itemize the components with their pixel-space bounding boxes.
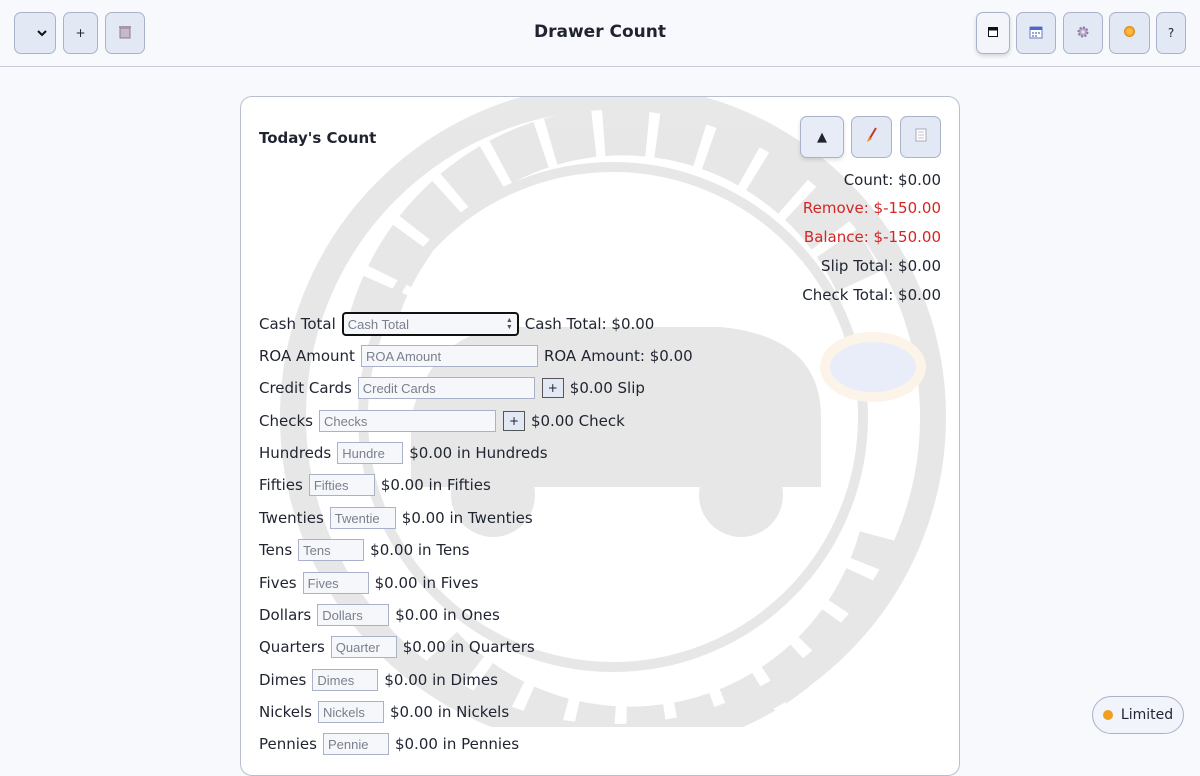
fifties-placeholder: Fifties bbox=[313, 477, 349, 493]
pennies-label: Pennies bbox=[259, 735, 317, 753]
count-total: Count: $0.00 bbox=[843, 171, 941, 189]
quarters-input[interactable]: Quarter bbox=[330, 636, 397, 658]
settings-button[interactable] bbox=[1063, 12, 1103, 54]
add-check-button[interactable]: + bbox=[502, 411, 525, 431]
collapse-button[interactable]: ▲ bbox=[800, 116, 844, 158]
drawer-button[interactable] bbox=[976, 12, 1010, 54]
fives-label: Fives bbox=[259, 574, 297, 592]
dollars-input[interactable]: Dollars bbox=[317, 604, 390, 626]
quarters-output: $0.00 in Quarters bbox=[402, 638, 535, 656]
twenties-row: Twenties Twentie $0.00 in Twenties bbox=[259, 506, 533, 530]
add-credit-slip-button[interactable]: + bbox=[541, 378, 564, 398]
roa-amount-output: ROA Amount: $0.00 bbox=[543, 347, 693, 365]
credit-cards-placeholder: Credit Cards bbox=[362, 380, 436, 396]
dimes-input[interactable]: Dimes bbox=[312, 669, 379, 691]
dimes-row: Dimes Dimes $0.00 in Dimes bbox=[259, 668, 498, 692]
dollars-row: Dollars Dollars $0.00 in Ones bbox=[259, 603, 500, 627]
broom-icon bbox=[865, 127, 879, 147]
fifties-label: Fifties bbox=[259, 476, 303, 494]
dimes-output: $0.00 in Dimes bbox=[384, 671, 498, 689]
balance-total: Balance: $-150.00 bbox=[803, 228, 941, 246]
dollars-placeholder: Dollars bbox=[322, 607, 363, 623]
cash-total-placeholder: Cash Total bbox=[347, 316, 409, 332]
receipt-icon bbox=[915, 128, 927, 146]
cash-total-output: Cash Total: $0.00 bbox=[524, 315, 655, 333]
cash-total-row: Cash Total Cash Total ▲ ▼ Cash Total: $0.… bbox=[259, 312, 654, 336]
fives-row: Fives Fives $0.00 in Fives bbox=[259, 571, 478, 595]
checks-input[interactable]: Checks bbox=[318, 410, 496, 432]
credit-cards-input[interactable]: Credit Cards bbox=[357, 377, 535, 399]
roa-amount-row: ROA Amount ROA Amount ROA Amount: $0.00 bbox=[259, 344, 693, 368]
report-button[interactable] bbox=[900, 116, 941, 158]
credit-cards-output: $0.00 Slip bbox=[569, 379, 645, 397]
checks-placeholder: Checks bbox=[323, 413, 368, 429]
quarters-label: Quarters bbox=[259, 638, 325, 656]
remove-total: Remove: $-150.00 bbox=[802, 199, 941, 217]
tens-input[interactable]: Tens bbox=[298, 539, 365, 561]
hundreds-input[interactable]: Hundre bbox=[337, 442, 404, 464]
quarters-row: Quarters Quarter $0.00 in Quarters bbox=[259, 635, 535, 659]
fives-output: $0.00 in Fives bbox=[374, 574, 479, 592]
cash-total-label: Cash Total bbox=[259, 315, 336, 333]
checks-row: Checks Checks + $0.00 Check bbox=[259, 409, 625, 433]
status-dot-icon bbox=[1102, 710, 1113, 720]
quarters-placeholder: Quarter bbox=[335, 639, 380, 655]
clear-button[interactable] bbox=[851, 116, 892, 158]
nickels-label: Nickels bbox=[259, 703, 312, 721]
roa-amount-placeholder: ROA Amount bbox=[365, 348, 442, 364]
help-button[interactable]: ? bbox=[1156, 12, 1186, 54]
card-title: Today's Count bbox=[259, 129, 377, 147]
fifties-row: Fifties Fifties $0.00 in Fifties bbox=[259, 473, 491, 497]
tens-label: Tens bbox=[259, 541, 293, 559]
top-bar: + Drawer Count ? bbox=[0, 0, 1200, 67]
dimes-label: Dimes bbox=[259, 671, 307, 689]
status-label: Limited bbox=[1120, 707, 1174, 723]
sun-icon bbox=[1122, 24, 1137, 42]
dollars-label: Dollars bbox=[259, 606, 312, 624]
tens-placeholder: Tens bbox=[303, 542, 331, 558]
spinner-icon[interactable]: ▲ ▼ bbox=[506, 317, 513, 331]
calendar-icon bbox=[1029, 25, 1043, 42]
fifties-input[interactable]: Fifties bbox=[308, 474, 375, 496]
hundreds-label: Hundreds bbox=[259, 444, 332, 462]
todays-count-card: Today's Count ▲ Count: $0.00 Remove: $-1… bbox=[240, 96, 960, 776]
credit-cards-row: Credit Cards Credit Cards + $0.00 Slip bbox=[259, 376, 645, 400]
drawer-icon bbox=[988, 26, 998, 40]
roa-amount-label: ROA Amount bbox=[259, 347, 355, 365]
twenties-output: $0.00 in Twenties bbox=[401, 509, 533, 527]
tens-output: $0.00 in Tens bbox=[370, 541, 470, 559]
roa-amount-input[interactable]: ROA Amount bbox=[360, 345, 538, 367]
pennies-row: Pennies Pennie $0.00 in Pennies bbox=[259, 732, 519, 756]
dollars-output: $0.00 in Ones bbox=[395, 606, 500, 624]
slip-total: Slip Total: $0.00 bbox=[821, 257, 941, 275]
twenties-label: Twenties bbox=[259, 509, 324, 527]
fifties-output: $0.00 in Fifties bbox=[380, 476, 491, 494]
nickels-input[interactable]: Nickels bbox=[318, 701, 384, 723]
nickels-row: Nickels Nickels $0.00 in Nickels bbox=[259, 700, 509, 724]
checks-output: $0.00 Check bbox=[530, 412, 625, 430]
gear-icon bbox=[1076, 25, 1090, 42]
pennies-output: $0.00 in Pennies bbox=[394, 735, 520, 753]
status-badge[interactable]: Limited bbox=[1092, 696, 1184, 734]
twenties-placeholder: Twentie bbox=[334, 510, 380, 526]
dimes-placeholder: Dimes bbox=[317, 672, 355, 688]
hundreds-row: Hundreds Hundre $0.00 in Hundreds bbox=[259, 441, 548, 465]
theme-button[interactable] bbox=[1109, 12, 1150, 54]
check-total: Check Total: $0.00 bbox=[802, 286, 941, 304]
fives-placeholder: Fives bbox=[307, 575, 339, 591]
hundreds-output: $0.00 in Hundreds bbox=[409, 444, 548, 462]
tens-row: Tens Tens $0.00 in Tens bbox=[259, 538, 470, 562]
nickels-output: $0.00 in Nickels bbox=[390, 703, 510, 721]
pennies-placeholder: Pennie bbox=[327, 736, 369, 752]
calendar-button[interactable] bbox=[1016, 12, 1056, 54]
cash-total-input[interactable]: Cash Total ▲ ▼ bbox=[341, 312, 519, 336]
hundreds-placeholder: Hundre bbox=[342, 445, 385, 461]
credit-cards-label: Credit Cards bbox=[259, 379, 352, 397]
nickels-placeholder: Nickels bbox=[323, 704, 365, 720]
twenties-input[interactable]: Twentie bbox=[329, 507, 396, 529]
checks-label: Checks bbox=[259, 412, 313, 430]
fives-input[interactable]: Fives bbox=[302, 572, 369, 594]
pennies-input[interactable]: Pennie bbox=[322, 733, 389, 755]
